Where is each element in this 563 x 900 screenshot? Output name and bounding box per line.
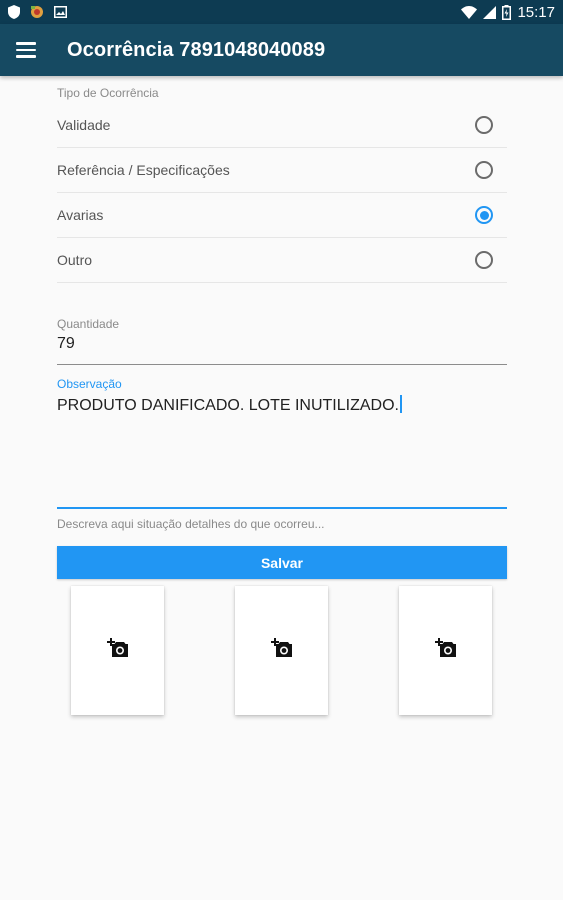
radio-option-avarias[interactable]: Avarias <box>57 193 507 238</box>
add-photo-icon <box>106 638 129 663</box>
app-bar: Ocorrência 7891048040089 <box>0 24 563 76</box>
observation-field[interactable]: PRODUTO DANIFICADO. LOTE INUTILIZADO. <box>57 395 402 415</box>
occurrence-type-radio-group: Validade Referência / Especificações Ava… <box>57 103 507 283</box>
battery-icon <box>502 4 512 20</box>
occurrence-type-label: Tipo de Ocorrência <box>57 86 159 100</box>
observation-text: PRODUTO DANIFICADO. LOTE INUTILIZADO. <box>57 397 399 414</box>
radio-button[interactable] <box>475 251 493 269</box>
photo-slot-2[interactable] <box>235 586 328 715</box>
clock: 15:17 <box>517 3 555 21</box>
photo-slot-1[interactable] <box>71 586 164 715</box>
quantity-field[interactable]: 79 <box>57 335 75 353</box>
status-right: 15:17 <box>461 4 555 21</box>
status-bar: 15:17 <box>0 0 563 24</box>
status-left <box>8 5 67 19</box>
observation-label: Observação <box>57 377 122 391</box>
radio-button[interactable] <box>475 161 493 179</box>
wifi-icon <box>461 5 478 19</box>
save-button[interactable]: Salvar <box>57 546 507 579</box>
image-icon <box>54 6 67 18</box>
menu-icon[interactable] <box>16 37 42 63</box>
signal-icon <box>483 5 497 19</box>
radio-option-label: Validade <box>57 117 111 133</box>
observation-underline <box>57 507 507 509</box>
radio-option-label: Outro <box>57 252 93 268</box>
add-photo-icon <box>270 638 293 663</box>
add-photo-icon <box>434 638 457 663</box>
app-notification-icon <box>29 5 45 19</box>
radio-option-outro[interactable]: Outro <box>57 238 507 283</box>
quantity-underline <box>57 364 507 365</box>
radio-option-label: Avarias <box>57 207 104 223</box>
radio-button-selected[interactable] <box>475 206 493 224</box>
radio-option-label: Referência / Especificações <box>57 162 230 178</box>
text-cursor <box>399 395 402 413</box>
photo-slot-3[interactable] <box>399 586 492 715</box>
radio-button[interactable] <box>475 116 493 134</box>
shield-icon <box>8 5 20 19</box>
page-title: Ocorrência 7891048040089 <box>67 38 326 61</box>
radio-option-validade[interactable]: Validade <box>57 103 507 148</box>
radio-option-referencia[interactable]: Referência / Especificações <box>57 148 507 193</box>
quantity-label: Quantidade <box>57 317 120 331</box>
observation-helper-text: Descreva aqui situação detalhes do que o… <box>57 517 325 531</box>
